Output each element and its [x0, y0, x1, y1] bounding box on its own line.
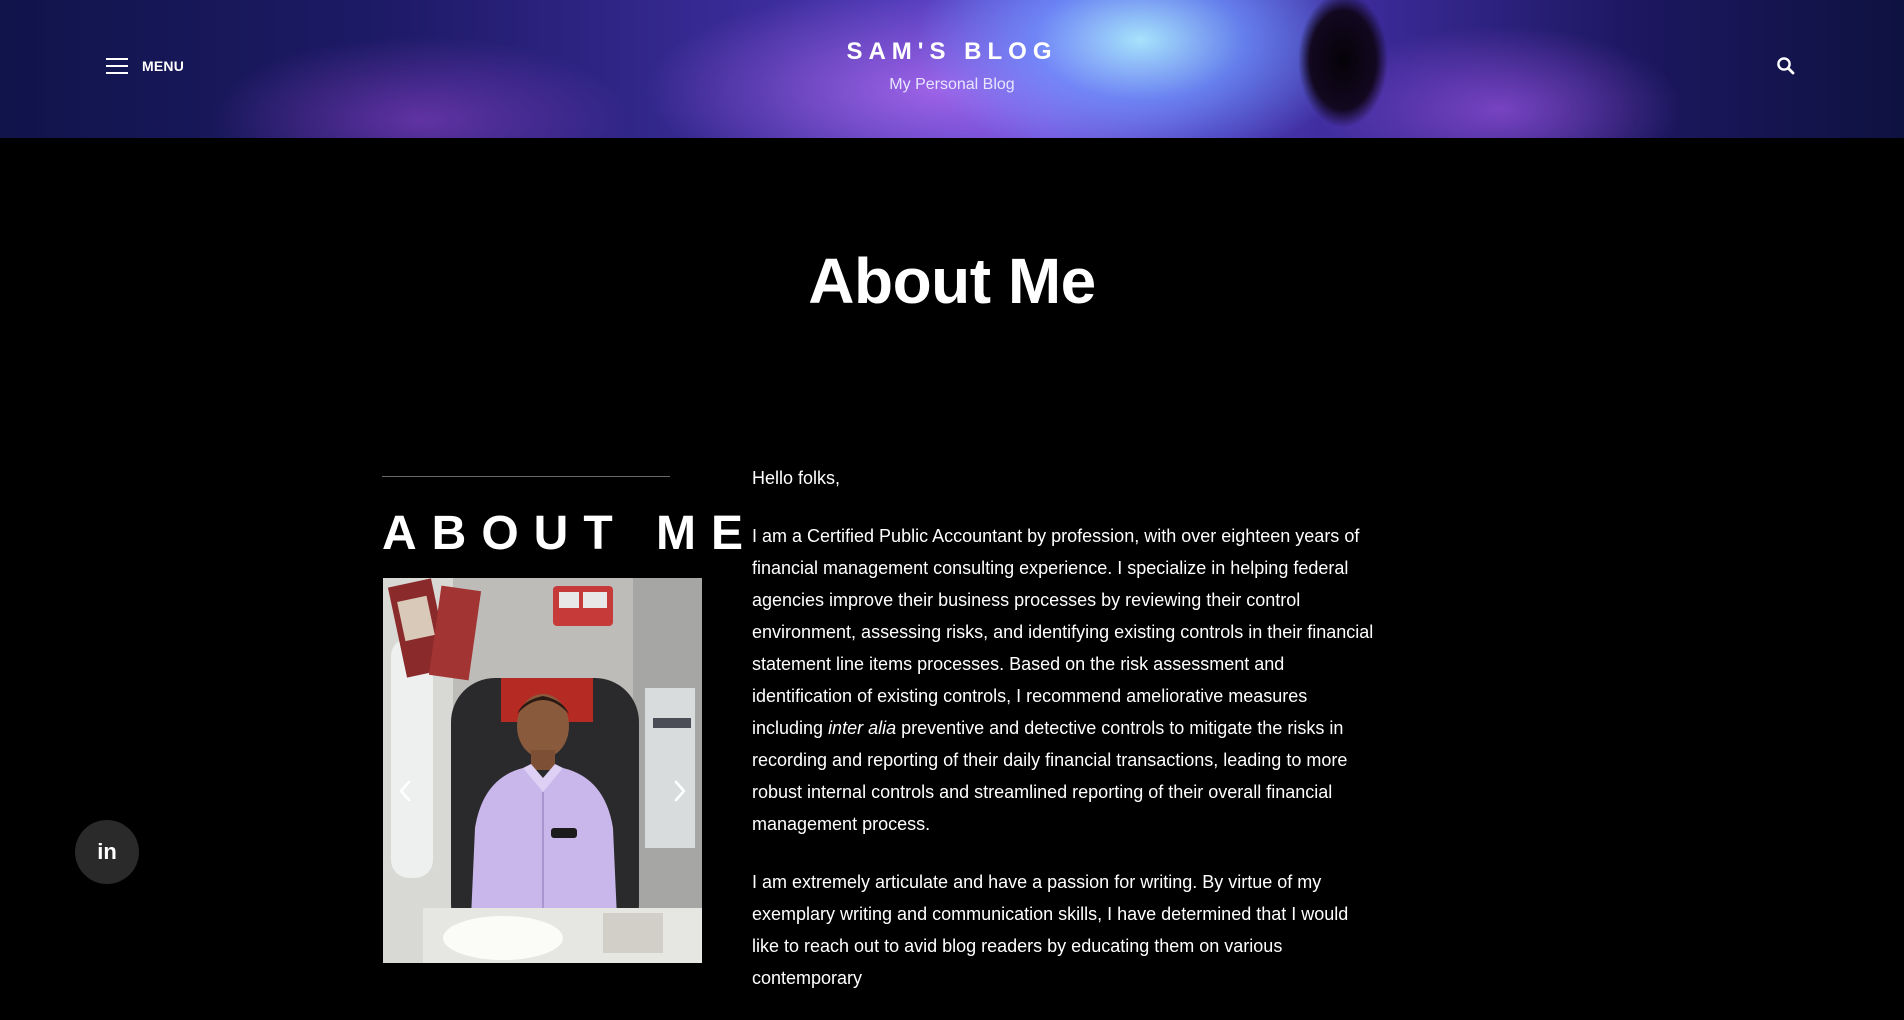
about-me-heading: ABOUT ME [382, 507, 758, 560]
about-article: Hello folks, I am a Certified Public Acc… [752, 462, 1380, 1020]
chevron-right-icon [674, 780, 686, 802]
photo-slider[interactable] [383, 578, 702, 963]
site-header: MENU SAM'S BLOG My Personal Blog [0, 0, 1904, 138]
bio-italic-phrase: inter alia [828, 718, 897, 738]
site-tagline: My Personal Blog [889, 76, 1015, 93]
chevron-left-icon [399, 780, 411, 802]
site-title[interactable]: SAM'S BLOG [0, 38, 1904, 66]
linkedin-button[interactable]: in [75, 820, 139, 884]
greeting-paragraph: Hello folks, [752, 468, 841, 488]
linkedin-icon: in [97, 839, 117, 864]
search-button[interactable] [1776, 56, 1796, 76]
page-title: About Me [808, 245, 1096, 317]
bio-paragraph: I am a Certified Public Accountant by pr… [752, 520, 1380, 840]
writing-paragraph: I am extremely articulate and have a pas… [752, 872, 1349, 988]
slider-next-button[interactable] [670, 776, 690, 806]
sidebar-divider [382, 476, 670, 477]
slider-prev-button[interactable] [395, 776, 415, 806]
profile-photo [383, 578, 702, 963]
search-icon [1777, 57, 1795, 75]
bio-text-start: I am a Certified Public Accountant by pr… [752, 526, 1374, 738]
